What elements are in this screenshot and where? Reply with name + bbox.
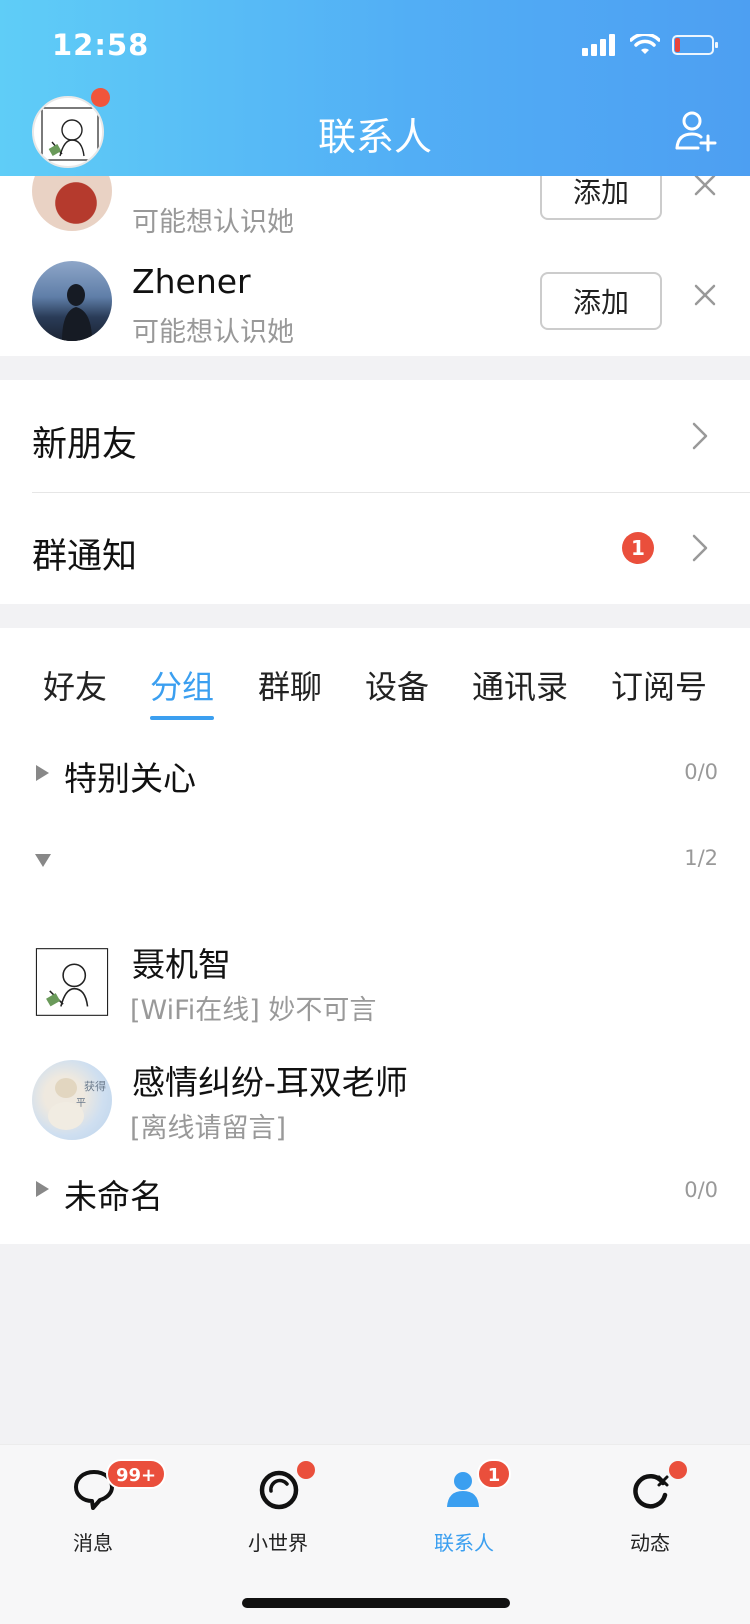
contact-status: [WiFi在线] 妙不可言 xyxy=(130,995,377,1026)
group-header-special[interactable]: 特别关心 0/0 xyxy=(0,738,750,812)
add-friend-button[interactable]: 添加 xyxy=(540,176,662,220)
contact-menu: 新朋友 群通知 1 xyxy=(0,380,750,604)
svg-text:获得: 获得 xyxy=(84,1080,106,1093)
suggestion-row[interactable]: 可能想认识她 添加 xyxy=(0,176,750,246)
tabbar-label: 消息 xyxy=(73,1531,113,1555)
chevron-right-icon xyxy=(692,422,708,450)
tabbar-label: 动态 xyxy=(630,1531,670,1555)
contact-row[interactable]: 获得 平 感情纠纷-耳双老师 [离线请留言] xyxy=(0,1046,750,1158)
suggested-friends: 可能想认识她 添加 Zhener 可能想认识她 添加 xyxy=(0,176,750,356)
contact-row[interactable]: 聂机智 [WiFi在线] 妙不可言 xyxy=(0,928,750,1040)
status-icons xyxy=(582,34,720,56)
contact-avatar: 获得 平 xyxy=(32,1060,112,1140)
group-name: 未命名 xyxy=(64,1177,163,1216)
suggestion-subtitle: 可能想认识她 xyxy=(132,207,294,238)
meditating-dog-icon: 获得 平 xyxy=(48,1078,106,1130)
group-count: 1/2 xyxy=(684,846,718,870)
notification-dot xyxy=(669,1461,687,1479)
add-friend-button[interactable]: 添加 xyxy=(540,272,662,330)
new-friends-item[interactable]: 新朋友 xyxy=(0,380,750,493)
group-notice-item[interactable]: 群通知 1 xyxy=(0,492,750,604)
tabbar-label: 联系人 xyxy=(434,1531,494,1555)
triangle-down-icon xyxy=(35,854,51,867)
person-add-icon[interactable] xyxy=(674,108,718,152)
contact-tabs: 好友 分组 群聊 设备 通讯录 订阅号 xyxy=(0,628,750,728)
home-indicator xyxy=(242,1598,510,1608)
contact-name: 感情纠纷-耳双老师 xyxy=(132,1063,408,1102)
tab-group-chats[interactable]: 群聊 xyxy=(258,662,322,708)
notification-dot xyxy=(297,1461,315,1479)
close-icon[interactable] xyxy=(692,282,718,308)
contacts-panel: 好友 分组 群聊 设备 通讯录 订阅号 特别关心 0/0 1/2 聂机智 [Wi… xyxy=(0,628,750,1244)
battery-icon xyxy=(672,35,718,55)
unread-badge: 99+ xyxy=(106,1459,167,1489)
unread-badge: 1 xyxy=(477,1459,511,1489)
suggestion-row[interactable]: Zhener 可能想认识她 添加 xyxy=(0,246,750,356)
svg-text:平: 平 xyxy=(76,1098,86,1109)
status-bar: 12:58 xyxy=(52,28,720,68)
notification-badge: 1 xyxy=(622,532,654,564)
wifi-icon xyxy=(630,34,660,54)
suggestion-subtitle: 可能想认识她 xyxy=(132,317,294,348)
tab-devices[interactable]: 设备 xyxy=(365,662,429,708)
world-ring-icon xyxy=(259,1470,299,1510)
cartoon-avatar-icon xyxy=(35,948,109,1016)
bottom-tab-bar: 99+ 消息 小世界 1 联系人 动态 xyxy=(0,1444,750,1624)
group-count: 0/0 xyxy=(684,1178,718,1202)
group-header-unnamed[interactable]: 未命名 0/0 xyxy=(0,1156,750,1230)
suggestion-avatar xyxy=(32,176,112,231)
silhouette-icon xyxy=(62,284,92,341)
chevron-right-icon xyxy=(692,534,708,562)
contact-name: 聂机智 xyxy=(132,945,231,984)
menu-label: 群通知 xyxy=(32,537,138,577)
suggestion-avatar xyxy=(32,261,112,341)
tab-friends[interactable]: 好友 xyxy=(43,662,107,708)
status-time: 12:58 xyxy=(52,28,150,62)
triangle-right-icon xyxy=(36,765,49,781)
page-title: 联系人 xyxy=(317,115,432,159)
tabbar-feed[interactable]: 动态 xyxy=(585,1461,715,1565)
tab-groups[interactable]: 分组 xyxy=(150,662,214,708)
signal-icon xyxy=(582,34,615,56)
profile-notification-dot xyxy=(91,88,110,107)
suggestion-name: Zhener xyxy=(132,262,251,301)
tabbar-messages[interactable]: 99+ 消息 xyxy=(28,1459,167,1565)
tabbar-label: 小世界 xyxy=(248,1531,308,1555)
tabbar-small-world[interactable]: 小世界 xyxy=(213,1461,343,1565)
contact-status: [离线请留言] xyxy=(130,1113,287,1144)
active-tab-indicator xyxy=(150,716,214,720)
close-icon[interactable] xyxy=(692,176,718,198)
menu-label: 新朋友 xyxy=(32,425,138,465)
group-header-unnamed-expanded[interactable]: 1/2 xyxy=(0,824,750,898)
tab-address-book[interactable]: 通讯录 xyxy=(472,662,568,708)
tab-subscriptions[interactable]: 订阅号 xyxy=(611,662,707,708)
tabbar-contacts[interactable]: 1 联系人 xyxy=(399,1459,529,1565)
contact-avatar xyxy=(32,942,112,1022)
triangle-right-icon xyxy=(36,1181,49,1197)
app-header: 12:58 联系人 xyxy=(0,0,750,176)
group-name: 特别关心 xyxy=(64,759,196,798)
group-count: 0/0 xyxy=(684,760,718,784)
refresh-star-icon xyxy=(633,1474,669,1509)
